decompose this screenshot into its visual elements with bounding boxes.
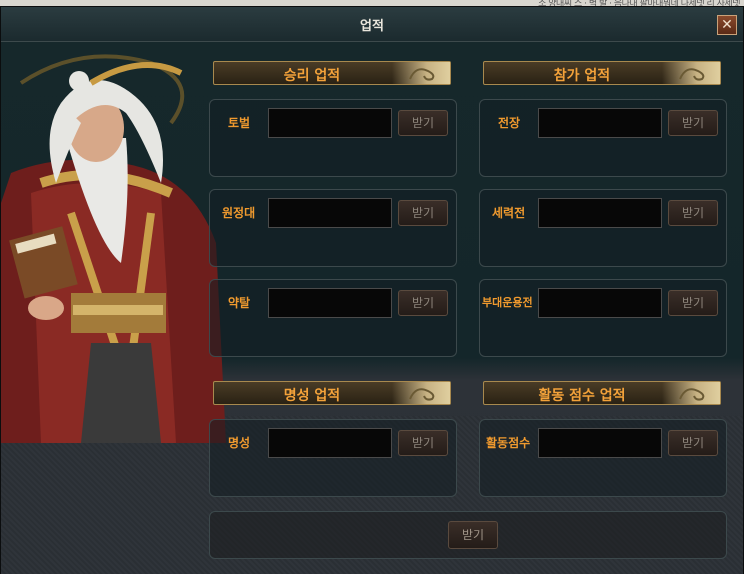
panel-label: 명성 bbox=[228, 436, 251, 450]
claim-button[interactable]: 받기 bbox=[668, 290, 718, 316]
achievement-panel-jeonjang: 전장 받기 bbox=[479, 99, 727, 177]
panel-label: 부대운용전 bbox=[482, 296, 533, 309]
achievement-panel-tobeol: 토벌 받기 bbox=[209, 99, 457, 177]
cloud-ornament-icon bbox=[392, 62, 450, 84]
panel-label: 원정대 bbox=[222, 206, 256, 220]
fame-section-title: 명성 업적 bbox=[283, 388, 341, 404]
progress-field bbox=[268, 428, 392, 458]
progress-field bbox=[538, 428, 662, 458]
window-title: 업적 bbox=[360, 19, 384, 34]
claim-button[interactable]: 받기 bbox=[668, 110, 718, 136]
victory-section-header: 승리 업적 bbox=[213, 61, 451, 85]
activity-section-header: 활동 점수 업적 bbox=[483, 381, 721, 405]
panel-label: 세력전 bbox=[492, 206, 526, 220]
cloud-ornament-icon bbox=[392, 382, 450, 404]
activity-section-title: 활동 점수 업적 bbox=[538, 388, 626, 404]
claim-button[interactable]: 받기 bbox=[668, 200, 718, 226]
close-button[interactable]: ✕ bbox=[717, 15, 737, 35]
close-icon: ✕ bbox=[721, 17, 733, 33]
achievement-panel-myeongseong: 명성 받기 bbox=[209, 419, 457, 497]
cloud-ornament-icon bbox=[662, 382, 720, 404]
claim-button[interactable]: 받기 bbox=[398, 110, 448, 136]
claim-button[interactable]: 받기 bbox=[668, 430, 718, 456]
title-bar[interactable]: 업적 ✕ bbox=[1, 7, 743, 42]
achievement-panel-yaktal: 약탈 받기 bbox=[209, 279, 457, 357]
progress-field bbox=[268, 198, 392, 228]
claim-all-button[interactable]: 받기 bbox=[448, 521, 498, 549]
achievement-panel-hwaldong: 활동점수 받기 bbox=[479, 419, 727, 497]
progress-field bbox=[538, 198, 662, 228]
achievement-panel-wonjeongdae: 원정대 받기 bbox=[209, 189, 457, 267]
claim-button[interactable]: 받기 bbox=[398, 290, 448, 316]
victory-section-title: 승리 업적 bbox=[283, 68, 341, 84]
achievement-window: 업적 ✕ 승리 업적 참가 업적 명성 업적 활동 점수 업적 토벌 받기 원정… bbox=[0, 6, 744, 574]
character-portrait bbox=[1, 54, 226, 443]
fame-section-header: 명성 업적 bbox=[213, 381, 451, 405]
progress-field bbox=[538, 288, 662, 318]
panel-label: 활동점수 bbox=[486, 436, 531, 450]
participation-section-header: 참가 업적 bbox=[483, 61, 721, 85]
claim-button[interactable]: 받기 bbox=[398, 200, 448, 226]
panel-label: 약탈 bbox=[228, 296, 251, 310]
panel-label: 전장 bbox=[498, 116, 521, 130]
achievement-panel-seryeokjeon: 세력전 받기 bbox=[479, 189, 727, 267]
claim-all-panel: 받기 bbox=[209, 511, 727, 559]
claim-button[interactable]: 받기 bbox=[398, 430, 448, 456]
panel-label: 토벌 bbox=[228, 116, 251, 130]
achievement-panel-budae: 부대운용전 받기 bbox=[479, 279, 727, 357]
cloud-ornament-icon bbox=[662, 62, 720, 84]
participation-section-title: 참가 업적 bbox=[553, 68, 611, 84]
progress-field bbox=[538, 108, 662, 138]
progress-field bbox=[268, 108, 392, 138]
progress-field bbox=[268, 288, 392, 318]
